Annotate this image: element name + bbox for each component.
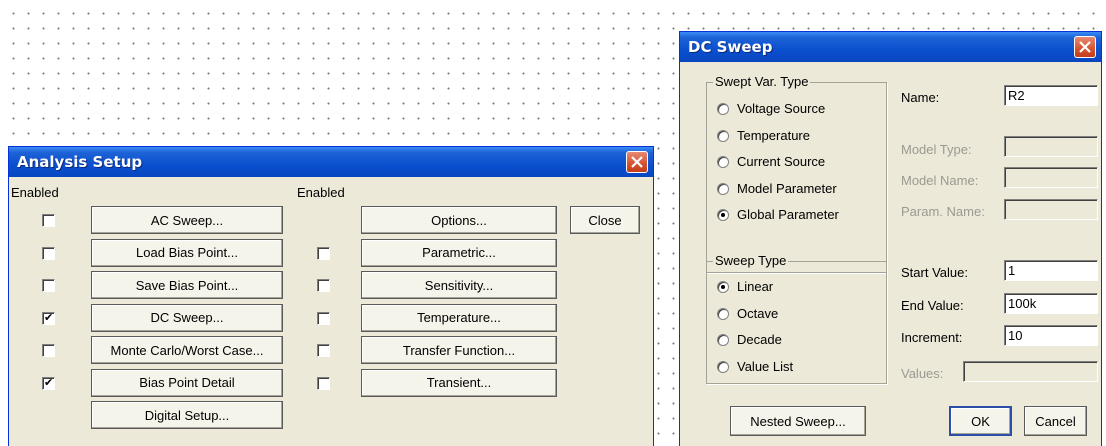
close-button[interactable]: Close bbox=[570, 206, 640, 234]
model-name-field[interactable] bbox=[1004, 167, 1098, 188]
dc-sweep-close-icon[interactable] bbox=[1074, 36, 1096, 58]
dc-sweep-window: DC Sweep Swept Var. Type Voltage Source T… bbox=[679, 31, 1102, 446]
swept-var-option-label: Global Parameter bbox=[737, 207, 839, 222]
sweep-type-radio-2[interactable] bbox=[717, 334, 729, 346]
analysis-setup-title: Analysis Setup bbox=[17, 153, 143, 171]
model-name-label: Model Name: bbox=[901, 173, 979, 188]
checkmark-icon: ✔ bbox=[44, 375, 54, 389]
increment-field[interactable]: 10 bbox=[1004, 325, 1098, 346]
right-button-1[interactable]: Parametric... bbox=[361, 238, 557, 267]
enabled-header-left: Enabled bbox=[11, 185, 59, 200]
left-button-3[interactable]: DC Sweep... bbox=[91, 303, 283, 332]
dc-sweep-title: DC Sweep bbox=[688, 38, 773, 56]
sweep-type-group: Sweep Type Linear Octave Decade Value List bbox=[706, 253, 887, 384]
sweep-type-option-label: Octave bbox=[737, 305, 779, 321]
right-button-2[interactable]: Sensitivity... bbox=[361, 271, 557, 299]
right-checkbox-1[interactable] bbox=[317, 246, 330, 260]
swept-var-type-group: Swept Var. Type Voltage Source Temperatur… bbox=[706, 74, 887, 273]
left-button-1[interactable]: Load Bias Point... bbox=[91, 238, 283, 267]
left-checkbox-3[interactable]: ✔ bbox=[42, 310, 55, 325]
dc-sweep-titlebar[interactable]: DC Sweep bbox=[680, 32, 1101, 62]
left-button-2[interactable]: Save Bias Point... bbox=[91, 271, 283, 299]
swept-var-radio-1[interactable] bbox=[717, 129, 729, 142]
right-checkbox-3[interactable] bbox=[317, 311, 330, 325]
cancel-button[interactable]: Cancel bbox=[1024, 406, 1087, 436]
values-label: Values: bbox=[901, 366, 944, 381]
ok-button[interactable]: OK bbox=[949, 406, 1012, 436]
right-checkbox-4[interactable] bbox=[317, 344, 330, 357]
left-checkbox-5[interactable]: ✔ bbox=[42, 375, 55, 390]
left-checkbox-2[interactable] bbox=[42, 279, 55, 292]
model-type-field[interactable] bbox=[1004, 136, 1098, 157]
right-checkbox-5[interactable] bbox=[317, 376, 330, 390]
end-value-label: End Value: bbox=[901, 298, 964, 313]
swept-var-type-legend: Swept Var. Type bbox=[713, 74, 811, 89]
right-checkbox-2[interactable] bbox=[317, 279, 330, 292]
swept-var-radio-0[interactable] bbox=[717, 103, 729, 115]
name-field[interactable]: R2 bbox=[1004, 85, 1098, 106]
swept-var-option-label: Current Source bbox=[737, 154, 826, 169]
left-button-5[interactable]: Bias Point Detail bbox=[91, 368, 283, 397]
right-button-0[interactable]: Options... bbox=[361, 206, 557, 234]
left-button-4[interactable]: Monte Carlo/Worst Case... bbox=[91, 336, 283, 364]
right-button-3[interactable]: Temperature... bbox=[361, 303, 557, 332]
swept-var-radio-4[interactable] bbox=[717, 209, 729, 221]
checkmark-icon: ✔ bbox=[44, 310, 54, 324]
swept-var-radio-3[interactable] bbox=[717, 182, 729, 195]
right-button-4[interactable]: Transfer Function... bbox=[361, 336, 557, 364]
right-button-5[interactable]: Transient... bbox=[361, 368, 557, 397]
left-checkbox-4[interactable] bbox=[42, 344, 55, 357]
sweep-type-option-label: Decade bbox=[737, 332, 782, 347]
swept-var-option-label: Voltage Source bbox=[737, 101, 826, 116]
analysis-setup-close-icon[interactable] bbox=[626, 151, 648, 173]
left-checkbox-0[interactable] bbox=[42, 214, 55, 227]
sweep-type-radio-1[interactable] bbox=[717, 307, 729, 320]
sweep-type-radio-0[interactable] bbox=[717, 281, 729, 293]
left-checkbox-1[interactable] bbox=[42, 246, 55, 260]
enabled-header-right: Enabled bbox=[297, 185, 345, 200]
start-value-field[interactable]: 1 bbox=[1004, 260, 1098, 281]
start-value-label: Start Value: bbox=[901, 265, 968, 280]
sweep-type-legend: Sweep Type bbox=[713, 253, 789, 268]
param-name-label: Param. Name: bbox=[901, 204, 985, 219]
end-value-field[interactable]: 100k bbox=[1004, 293, 1098, 314]
swept-var-option-label: Model Parameter bbox=[737, 180, 837, 196]
increment-label: Increment: bbox=[901, 330, 963, 345]
sweep-type-option-label: Linear bbox=[737, 279, 774, 294]
analysis-setup-titlebar[interactable]: Analysis Setup bbox=[9, 147, 653, 177]
sweep-type-option-label: Value List bbox=[737, 358, 794, 374]
name-label: Name: bbox=[901, 90, 940, 105]
param-name-field[interactable] bbox=[1004, 199, 1098, 220]
values-field[interactable] bbox=[963, 361, 1098, 382]
sweep-type-radio-3[interactable] bbox=[717, 360, 729, 373]
model-type-label: Model Type: bbox=[901, 142, 972, 157]
nested-sweep-button[interactable]: Nested Sweep... bbox=[730, 406, 866, 436]
left-button-6[interactable]: Digital Setup... bbox=[91, 401, 283, 429]
swept-var-radio-2[interactable] bbox=[717, 156, 729, 168]
analysis-setup-window: Analysis Setup Enabled Enabled AC Sweep.… bbox=[8, 146, 654, 446]
swept-var-option-label: Temperature bbox=[737, 127, 810, 143]
left-button-0[interactable]: AC Sweep... bbox=[91, 206, 283, 234]
